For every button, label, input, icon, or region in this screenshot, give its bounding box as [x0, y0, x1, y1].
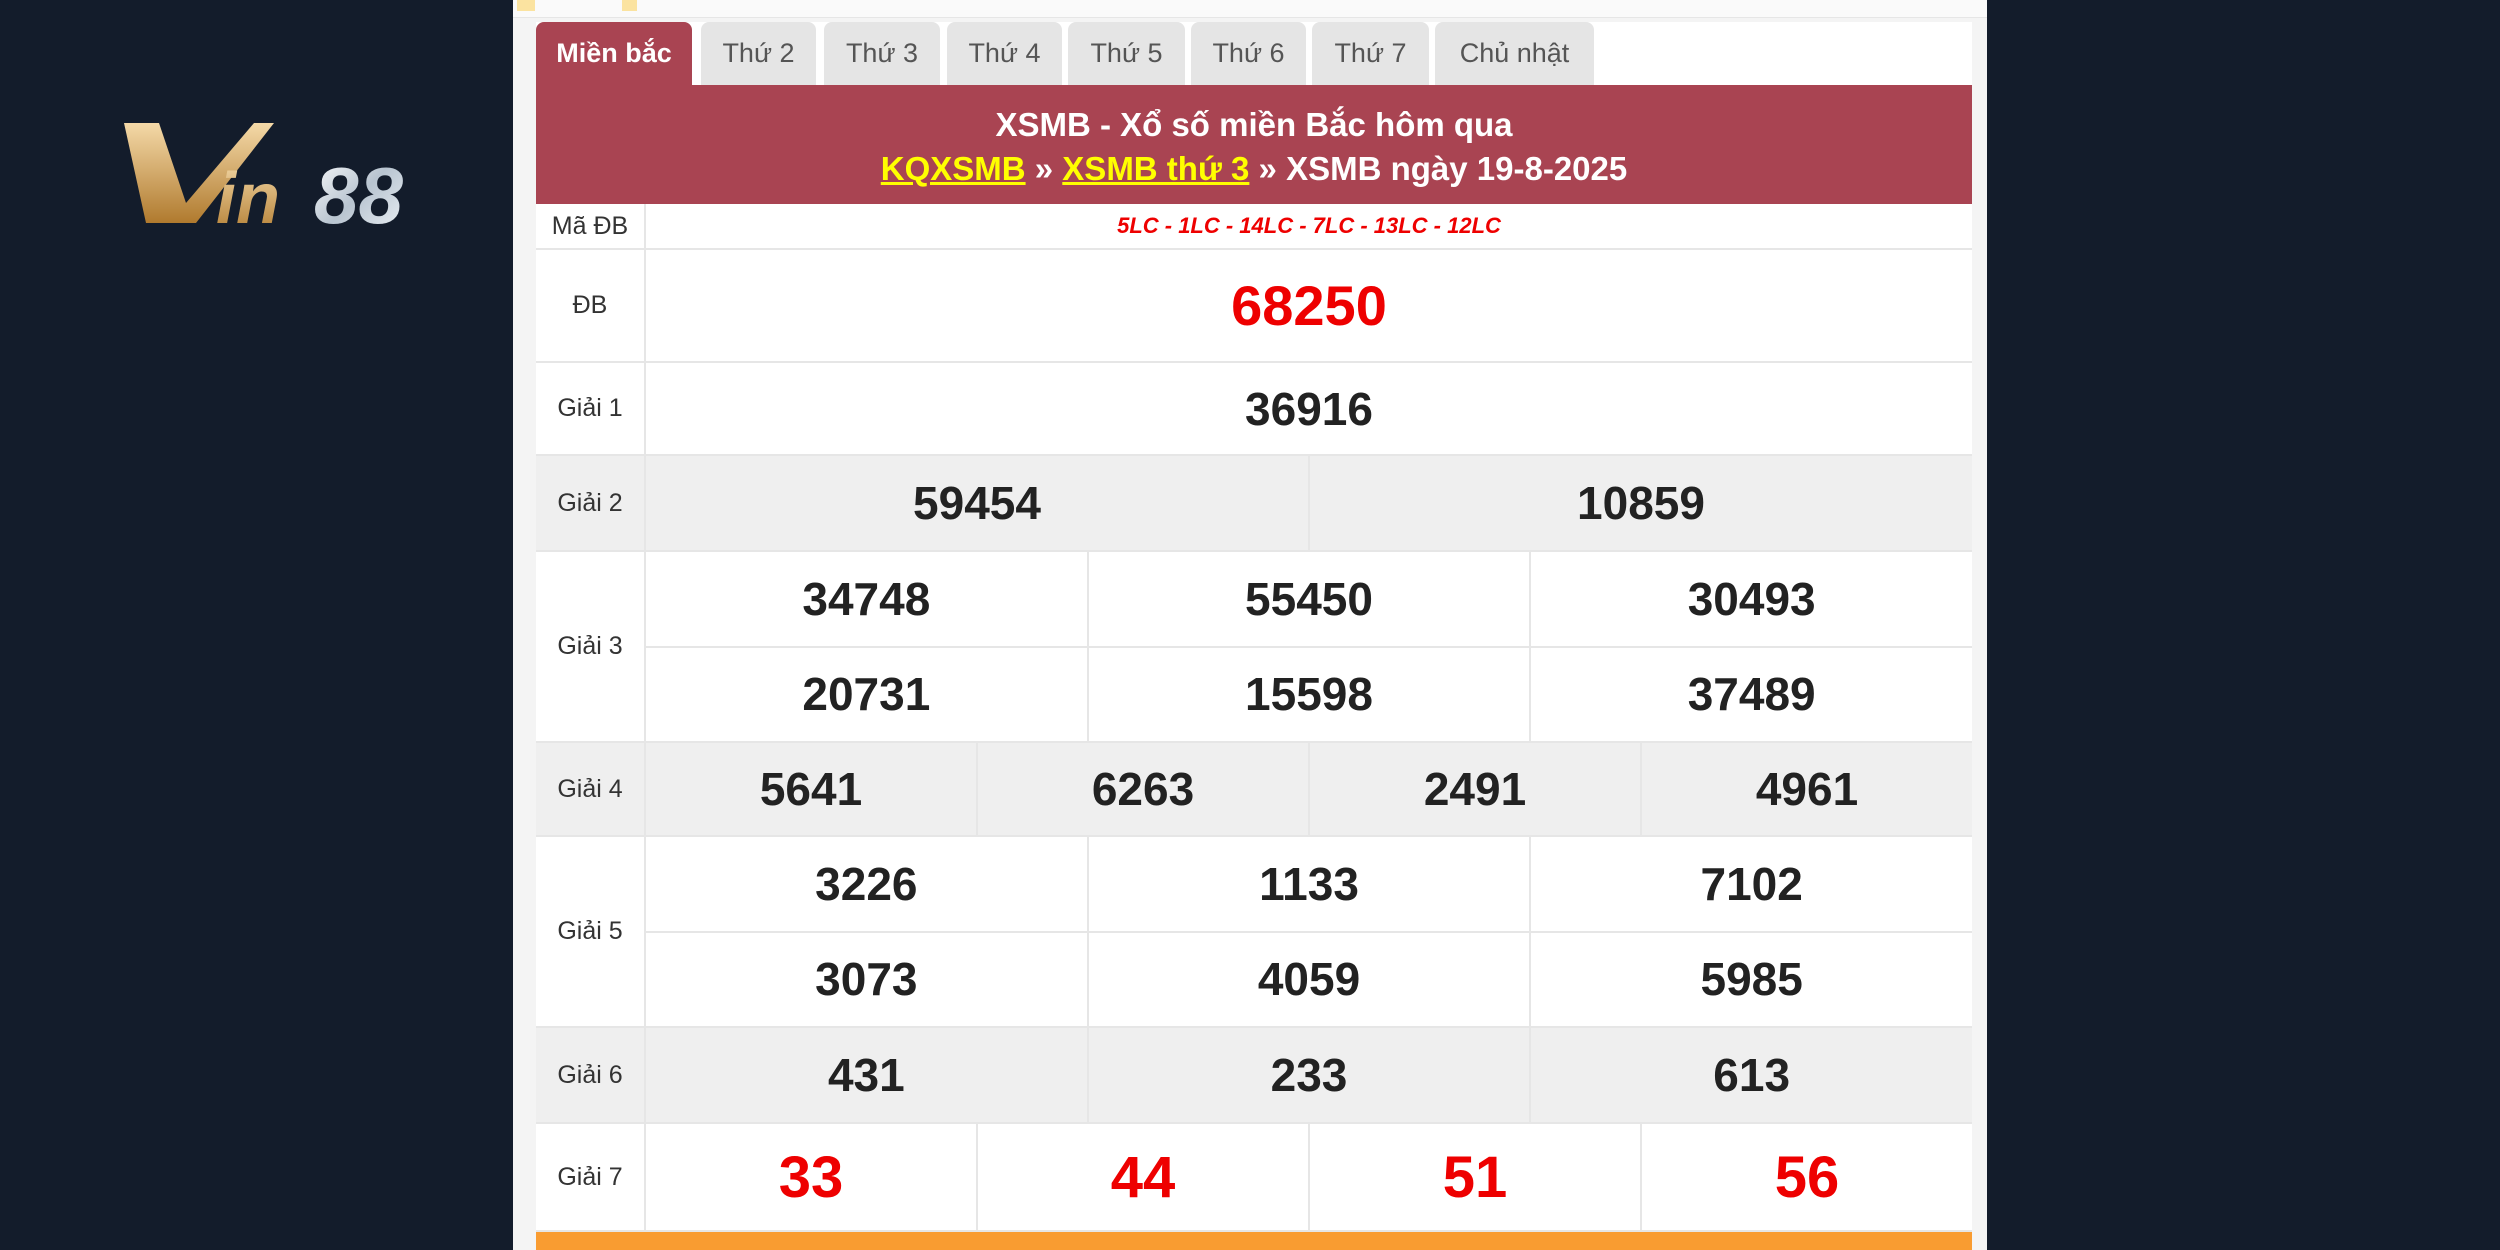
breadcrumb-separator: »	[1258, 150, 1277, 187]
top-strip	[513, 0, 1987, 18]
prize-number: 5985	[1529, 932, 1972, 1026]
prize-number: 36916	[1245, 382, 1373, 435]
row-giai-4: Giải 4 5641 6263 2491 4961	[536, 743, 1972, 837]
prize-number: 4059	[1086, 932, 1530, 1026]
marker	[622, 0, 637, 11]
vin88-logo: in 88	[124, 123, 403, 233]
ma-db-value: 5LC - 1LC - 14LC - 7LC - 13LC - 12LC	[1117, 213, 1501, 238]
tab-chu-nhat[interactable]: Chủ nhật	[1435, 22, 1594, 85]
prize-number: 56	[1640, 1124, 1972, 1230]
tab-thu-2[interactable]: Thứ 2	[701, 22, 816, 85]
row-label: Mã ĐB	[536, 204, 646, 248]
marker	[517, 0, 535, 11]
row-label: ĐB	[536, 250, 646, 361]
row-giai-5: Giải 5 3226 1133 7102 3073 4059 5985	[536, 837, 1972, 1028]
results-table: XSMB - Xổ số miền Bắc hôm qua KQXSMB » X…	[536, 85, 1972, 1232]
row-label: Giải 3	[536, 552, 646, 741]
tab-thu-5[interactable]: Thứ 5	[1068, 22, 1185, 85]
prize-number: 51	[1308, 1124, 1640, 1230]
page-title: XSMB - Xổ số miền Bắc hôm qua	[995, 106, 1513, 143]
prize-number: 3226	[815, 857, 918, 910]
row-label: Giải 1	[536, 363, 646, 454]
prize-number: 613	[1529, 1028, 1972, 1122]
results-panel: Miền bắc Thứ 2 Thứ 3 Thứ 4 Thứ 5 Thứ 6 T…	[513, 0, 1987, 1250]
prize-number: 10859	[1308, 456, 1972, 550]
row-giai-1: Giải 1 36916	[536, 363, 1972, 456]
prize-number: 44	[976, 1124, 1308, 1230]
row-label: Giải 5	[536, 837, 646, 1026]
prize-number: 20731	[802, 668, 931, 721]
tab-thu-4[interactable]: Thứ 4	[947, 22, 1062, 85]
footer-bar	[536, 1232, 1972, 1250]
breadcrumb-xsmb-thu-3[interactable]: XSMB thứ 3	[1062, 150, 1249, 187]
row-label: Giải 6	[536, 1028, 646, 1122]
row-label: Giải 7	[536, 1124, 646, 1230]
row-label: Giải 2	[536, 456, 646, 550]
row-ma-db: Mã ĐB 5LC - 1LC - 14LC - 7LC - 13LC - 12…	[536, 204, 1972, 250]
prize-number: 7102	[1529, 837, 1972, 931]
prize-number: 15598	[1086, 647, 1530, 741]
svg-text:88: 88	[314, 151, 403, 233]
special-prize: 68250	[1231, 274, 1387, 337]
breadcrumb-current: XSMB ngày 19-8-2025	[1286, 150, 1628, 187]
day-tabs: Miền bắc Thứ 2 Thứ 3 Thứ 4 Thứ 5 Thứ 6 T…	[536, 22, 1972, 85]
tab-thu-7[interactable]: Thứ 7	[1312, 22, 1429, 85]
prize-number: 2491	[1308, 743, 1640, 835]
breadcrumb: KQXSMB » XSMB thứ 3 » XSMB ngày 19-8-202…	[536, 147, 1972, 191]
tab-thu-6[interactable]: Thứ 6	[1191, 22, 1306, 85]
svg-text:in: in	[216, 159, 280, 233]
breadcrumb-kqxsmb[interactable]: KQXSMB	[881, 150, 1026, 187]
row-label: Giải 4	[536, 743, 646, 835]
prize-number: 55450	[1086, 552, 1530, 646]
prize-number: 34748	[802, 572, 931, 625]
prize-number: 3073	[815, 953, 918, 1006]
prize-number: 1133	[1086, 837, 1530, 931]
prize-number: 431	[827, 1049, 905, 1101]
prize-number: 233	[1086, 1028, 1530, 1122]
row-giai-2: Giải 2 59454 10859	[536, 456, 1972, 552]
results-header: XSMB - Xổ số miền Bắc hôm qua KQXSMB » X…	[536, 85, 1972, 204]
row-giai-3: Giải 3 34748 55450 30493 20731 15598 374…	[536, 552, 1972, 743]
prize-number: 37489	[1529, 647, 1972, 741]
prize-number: 6263	[976, 743, 1308, 835]
row-db: ĐB 68250	[536, 250, 1972, 363]
prize-number: 33	[778, 1144, 844, 1210]
tab-mien-bac[interactable]: Miền bắc	[536, 22, 692, 85]
prize-number: 4961	[1640, 743, 1972, 835]
row-giai-7: Giải 7 33 44 51 56	[536, 1124, 1972, 1232]
prize-number: 59454	[913, 477, 1041, 529]
prize-number: 30493	[1529, 552, 1972, 646]
row-giai-6: Giải 6 431 233 613	[536, 1028, 1972, 1124]
prize-number: 5641	[759, 763, 863, 815]
tab-thu-3[interactable]: Thứ 3	[824, 22, 940, 85]
breadcrumb-separator: »	[1034, 150, 1054, 187]
